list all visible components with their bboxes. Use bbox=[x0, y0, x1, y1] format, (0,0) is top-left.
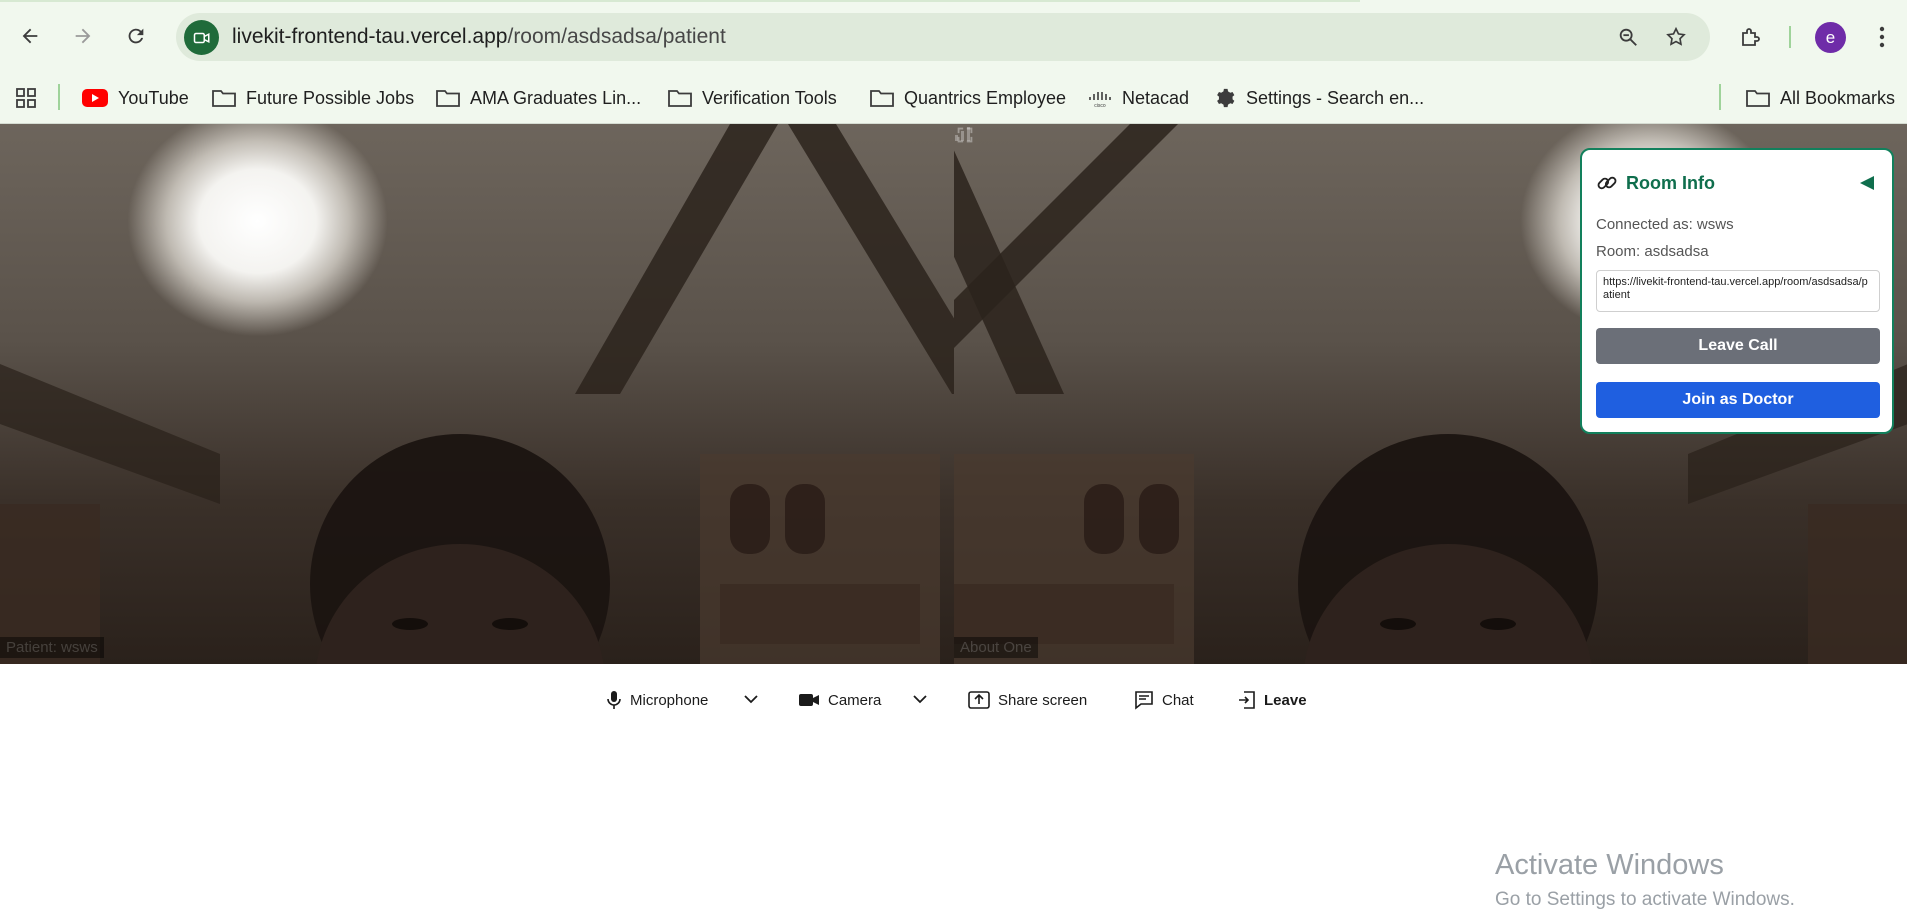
url-path: /room/asdsadsa/patient bbox=[507, 25, 726, 48]
bookmark-netacad[interactable]: cisco Netacad bbox=[1088, 82, 1189, 114]
youtube-icon bbox=[82, 89, 108, 107]
address-bar[interactable]: livekit-frontend-tau.vercel.app/room/asd… bbox=[176, 13, 1710, 61]
folder-icon bbox=[668, 90, 692, 107]
activate-windows-subtitle: Go to Settings to activate Windows. bbox=[1495, 889, 1795, 910]
folder-icon bbox=[212, 90, 236, 107]
camera-label: Camera bbox=[828, 691, 882, 709]
profile-avatar[interactable]: e bbox=[1815, 22, 1846, 53]
bookmark-label: AMA Graduates Lin... bbox=[470, 87, 642, 108]
leave-door-icon bbox=[1239, 691, 1255, 709]
bookmarks-bar: YouTube Future Possible Jobs AMA Graduat… bbox=[0, 74, 1907, 124]
back-button[interactable] bbox=[12, 18, 48, 54]
leave-label: Leave bbox=[1264, 691, 1307, 709]
leave-button[interactable]: Leave bbox=[1238, 686, 1307, 714]
camera-button[interactable]: Camera bbox=[798, 686, 881, 714]
link-icon bbox=[1597, 176, 1617, 190]
microphone-options-chevron-icon[interactable] bbox=[742, 690, 760, 708]
apps-button[interactable] bbox=[14, 82, 38, 114]
participant-name-label: Patient: wsws bbox=[0, 637, 104, 658]
participant-tile-patient[interactable]: Patient: wsws bbox=[0, 124, 954, 664]
url-host: livekit-frontend-tau.vercel.app bbox=[232, 25, 508, 48]
browser-toolbar: livekit-frontend-tau.vercel.app/room/asd… bbox=[0, 0, 1907, 74]
bookmark-label: Quantrics Employee bbox=[904, 87, 1067, 108]
room-info-title: Room Info bbox=[1626, 172, 1715, 193]
join-as-doctor-button[interactable]: Join as Doctor bbox=[1596, 382, 1880, 418]
room-name-text: Room: asdsadsa bbox=[1596, 243, 1709, 260]
folder-icon bbox=[870, 90, 894, 107]
bookmark-star-button[interactable] bbox=[1662, 23, 1690, 51]
forward-button[interactable] bbox=[65, 18, 101, 54]
url-text[interactable]: livekit-frontend-tau.vercel.app/room/asd… bbox=[232, 25, 726, 49]
bookmark-ama-graduates[interactable]: AMA Graduates Lin... bbox=[436, 82, 641, 114]
reload-icon bbox=[128, 28, 144, 44]
microphone-button[interactable]: Microphone bbox=[606, 686, 708, 714]
back-arrow-icon bbox=[22, 28, 38, 44]
room-link-field[interactable]: https://livekit-frontend-tau.vercel.app/… bbox=[1596, 270, 1880, 312]
browser-menu-button[interactable] bbox=[1870, 20, 1894, 54]
bookmark-future-possible-jobs[interactable]: Future Possible Jobs bbox=[212, 82, 414, 114]
chat-icon bbox=[1135, 691, 1153, 710]
control-bar: Microphone Camera Share screen Chat Leav… bbox=[0, 664, 1907, 734]
bookmarks-separator bbox=[1719, 84, 1721, 110]
bookmark-verification-tools[interactable]: Verification Tools bbox=[668, 82, 837, 114]
bookmarks-separator bbox=[58, 84, 60, 110]
apps-grid-icon bbox=[16, 88, 36, 108]
folder-icon bbox=[436, 90, 460, 107]
camera-options-chevron-icon[interactable] bbox=[911, 690, 929, 708]
gear-icon bbox=[1217, 88, 1235, 108]
video-camera-icon bbox=[193, 32, 209, 43]
bookmark-settings-search[interactable]: Settings - Search en... bbox=[1214, 82, 1424, 114]
bookmark-label: Settings - Search en... bbox=[1246, 87, 1425, 108]
camera-icon bbox=[799, 694, 819, 706]
microphone-label: Microphone bbox=[630, 691, 709, 709]
folder-icon bbox=[1746, 90, 1770, 107]
leave-call-button[interactable]: Leave Call bbox=[1596, 328, 1880, 364]
bookmark-label: Netacad bbox=[1122, 87, 1190, 108]
forward-arrow-icon bbox=[75, 28, 91, 44]
bookmark-youtube[interactable]: YouTube bbox=[82, 82, 189, 114]
toolbar-separator bbox=[1789, 26, 1791, 48]
bookmark-label: YouTube bbox=[118, 87, 189, 108]
reload-button[interactable] bbox=[118, 18, 154, 54]
puzzle-icon bbox=[1742, 28, 1760, 46]
star-icon bbox=[1666, 26, 1686, 46]
microphone-icon bbox=[607, 691, 621, 709]
connection-quality-icon bbox=[955, 127, 970, 141]
bookmark-label: Future Possible Jobs bbox=[246, 87, 415, 108]
connected-as-text: Connected as: wsws bbox=[1596, 216, 1734, 233]
all-bookmarks-label: All Bookmarks bbox=[1780, 87, 1896, 108]
kebab-menu-icon bbox=[1879, 26, 1885, 48]
collapse-panel-button[interactable] bbox=[1856, 172, 1878, 194]
loading-line bbox=[0, 0, 1360, 2]
room-info-heading: Room Info bbox=[1596, 172, 1715, 194]
share-screen-icon bbox=[968, 691, 990, 709]
svg-text:cisco: cisco bbox=[1094, 103, 1106, 108]
room-info-panel: Room Info Connected as: wsws Room: asdsa… bbox=[1580, 148, 1894, 434]
room-scene bbox=[0, 124, 954, 664]
activate-windows-title: Activate Windows bbox=[1495, 849, 1724, 881]
cisco-icon: cisco bbox=[1089, 92, 1111, 108]
zoom-button[interactable] bbox=[1614, 23, 1642, 51]
participant-name-label: About One bbox=[954, 637, 1038, 658]
chat-label: Chat bbox=[1162, 691, 1194, 709]
bookmark-label: Verification Tools bbox=[702, 87, 837, 108]
chat-button[interactable]: Chat bbox=[1134, 686, 1194, 714]
share-screen-button[interactable]: Share screen bbox=[968, 686, 1087, 714]
bookmark-quantrics-employee[interactable]: Quantrics Employee bbox=[870, 82, 1066, 114]
zoom-icon bbox=[1619, 28, 1637, 46]
all-bookmarks-button[interactable]: All Bookmarks bbox=[1746, 82, 1895, 114]
extensions-button[interactable] bbox=[1734, 20, 1768, 54]
triangle-left-icon bbox=[1860, 176, 1874, 190]
site-info-button[interactable] bbox=[184, 20, 219, 55]
share-screen-label: Share screen bbox=[998, 691, 1088, 709]
